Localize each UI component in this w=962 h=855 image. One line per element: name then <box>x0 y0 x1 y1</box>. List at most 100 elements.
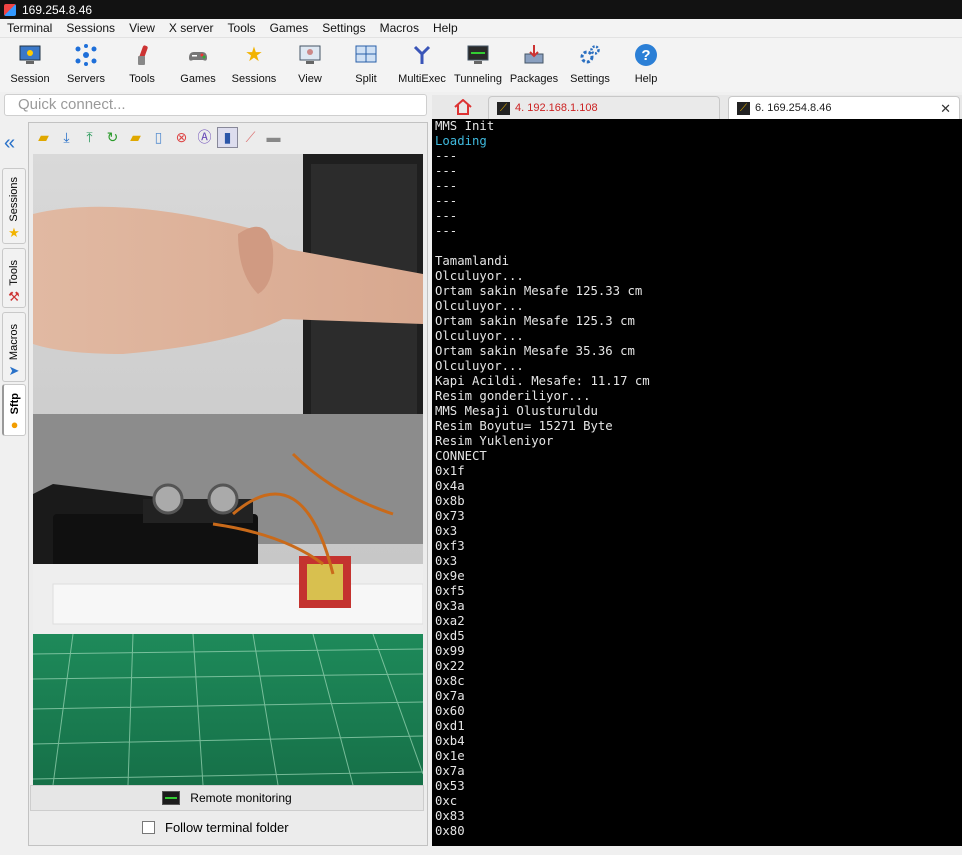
menu-macros[interactable]: Macros <box>373 19 426 38</box>
terminal-line: 0x4a <box>435 479 465 493</box>
terminal-output[interactable]: MMS Init Loading --- --- --- --- --- --- Tamamla… <box>432 119 962 846</box>
games-button[interactable]: Games <box>170 38 226 92</box>
packages-button[interactable]: Packages <box>506 38 562 92</box>
delete-icon[interactable]: ⊗ <box>171 127 192 148</box>
close-tab-icon[interactable]: ✕ <box>940 101 951 117</box>
terminal-line: 0x83 <box>435 809 465 823</box>
split-button[interactable]: Split <box>338 38 394 92</box>
sessions-label: Sessions <box>231 73 277 85</box>
star-icon: ★ <box>8 225 20 240</box>
tab-session-4-label: 4. 192.168.1.108 <box>515 102 598 114</box>
side-tab-tools-label: Tools <box>8 260 20 286</box>
terminal-line: 0x8c <box>435 674 465 688</box>
tunneling-button[interactable]: Tunneling <box>450 38 506 92</box>
side-tab-tools[interactable]: Tools ⚒ <box>2 248 26 308</box>
terminal-line: Resim gonderiliyor... <box>435 389 591 403</box>
menu-help[interactable]: Help <box>426 19 465 38</box>
new-file-icon[interactable]: ▯ <box>148 127 169 148</box>
session-button[interactable]: Session <box>2 38 58 92</box>
tools-icon <box>129 42 155 68</box>
terminal-line: Olculuyor... <box>435 299 524 313</box>
rename-icon[interactable]: Ⓐ <box>194 127 215 148</box>
new-folder-icon[interactable]: ▰ <box>125 127 146 148</box>
collapse-sidebar-icon[interactable]: « <box>4 132 15 155</box>
settings-icon <box>577 42 603 68</box>
sessions-button[interactable]: ★ Sessions <box>226 38 282 92</box>
view-button[interactable]: View <box>282 38 338 92</box>
menu-x-server[interactable]: X server <box>162 19 221 38</box>
terminal-tab-icon: ⟋ <box>737 101 750 115</box>
terminal-line: 0x1f <box>435 464 465 478</box>
home-tab[interactable] <box>446 95 480 119</box>
terminal-line: --- <box>435 209 458 223</box>
terminal-line: 0x53 <box>435 779 465 793</box>
terminal-line: 0xf3 <box>435 539 465 553</box>
follow-terminal-folder-checkbox[interactable] <box>142 821 155 834</box>
sftp-toolbar: ▰ ⤓ ⤒ ↻ ▰ ▯ ⊗ Ⓐ ▮ ⟋ ▬ <box>29 123 427 151</box>
help-label: Help <box>634 73 658 85</box>
terminal-line: Olculuyor... <box>435 359 524 373</box>
disk-icon[interactable]: ▬ <box>263 127 284 148</box>
follow-terminal-folder[interactable]: Follow terminal folder <box>142 820 289 835</box>
app-icon <box>4 3 16 16</box>
menu-terminal[interactable]: Terminal <box>0 19 59 38</box>
menu-games[interactable]: Games <box>263 19 316 38</box>
side-tab-sftp[interactable]: Sftp ● <box>2 384 26 436</box>
menu-sessions[interactable]: Sessions <box>59 19 122 38</box>
tab-session-4[interactable]: ⟋ 4. 192.168.1.108 <box>488 96 720 119</box>
terminal-line: MMS Mesaji Olusturuldu <box>435 404 598 418</box>
menu-view[interactable]: View <box>122 19 162 38</box>
remote-monitoring-button[interactable]: Remote monitoring <box>30 785 424 811</box>
terminal-line: Ortam sakin Mesafe 125.33 cm <box>435 284 643 298</box>
session-label: Session <box>10 73 50 85</box>
terminal-line: 0x73 <box>435 509 465 523</box>
quick-connect-input[interactable]: Quick connect... <box>4 94 427 116</box>
multiexec-button[interactable]: MultiExec <box>394 38 450 92</box>
terminal-line: Ortam sakin Mesafe 125.3 cm <box>435 314 635 328</box>
servers-button[interactable]: Servers <box>58 38 114 92</box>
download-icon[interactable]: ⤓ <box>56 127 77 148</box>
terminal-line: Olculuyor... <box>435 329 524 343</box>
follow-terminal-folder-label: Follow terminal folder <box>165 820 289 835</box>
terminal-line: 0x80 <box>435 824 465 838</box>
terminal-line: 0x22 <box>435 659 465 673</box>
packages-icon <box>521 42 547 68</box>
tab-session-6[interactable]: ⟋ 6. 169.254.8.46 ✕ <box>728 96 960 119</box>
terminal-line: Loading <box>435 134 487 148</box>
terminal-line: 0x8b <box>435 494 465 508</box>
menu-settings[interactable]: Settings <box>315 19 372 38</box>
terminal-line: 0xb4 <box>435 734 465 748</box>
terminal-line: 0x3 <box>435 554 458 568</box>
parent-folder-icon[interactable]: ▰ <box>33 127 54 148</box>
window-title: 169.254.8.46 <box>22 2 93 17</box>
split-icon <box>353 42 379 68</box>
side-tab-sessions[interactable]: Sessions ★ <box>2 168 26 244</box>
terminal-line: --- <box>435 194 458 208</box>
terminal-line: --- <box>435 164 458 178</box>
tab-session-6-label: 6. 169.254.8.46 <box>755 102 832 114</box>
terminal-line: CONNECT <box>435 449 487 463</box>
side-tab-bar: « Sessions ★ Tools ⚒ Macros ➤ Sftp ● <box>0 122 28 855</box>
terminal-folder-icon[interactable]: ▮ <box>217 126 238 148</box>
tools-button[interactable]: Tools <box>114 38 170 92</box>
status-bar <box>0 846 962 855</box>
permissions-icon[interactable]: ⟋ <box>240 127 261 148</box>
main-toolbar: Session Servers Tools Games ★ Sessions V… <box>0 38 962 92</box>
title-bar[interactable]: 169.254.8.46 <box>0 0 962 19</box>
terminal-line: Tamamlandi <box>435 254 510 268</box>
upload-icon[interactable]: ⤒ <box>79 127 100 148</box>
settings-button[interactable]: Settings <box>562 38 618 92</box>
refresh-icon[interactable]: ↻ <box>102 127 123 148</box>
terminal-line: 0x99 <box>435 644 465 658</box>
side-tab-macros[interactable]: Macros ➤ <box>2 312 26 382</box>
terminal-line: --- <box>435 224 458 238</box>
help-button[interactable]: ? Help <box>618 38 674 92</box>
terminal-line: 0x7a <box>435 764 465 778</box>
terminal-line: --- <box>435 179 458 193</box>
terminal-line: 0xf5 <box>435 584 465 598</box>
terminal-tab-icon: ⟋ <box>497 101 510 115</box>
games-icon <box>185 42 211 68</box>
webcam-photo <box>33 154 423 785</box>
menu-tools[interactable]: Tools <box>221 19 263 38</box>
terminal-line: Resim Yukleniyor <box>435 434 554 448</box>
